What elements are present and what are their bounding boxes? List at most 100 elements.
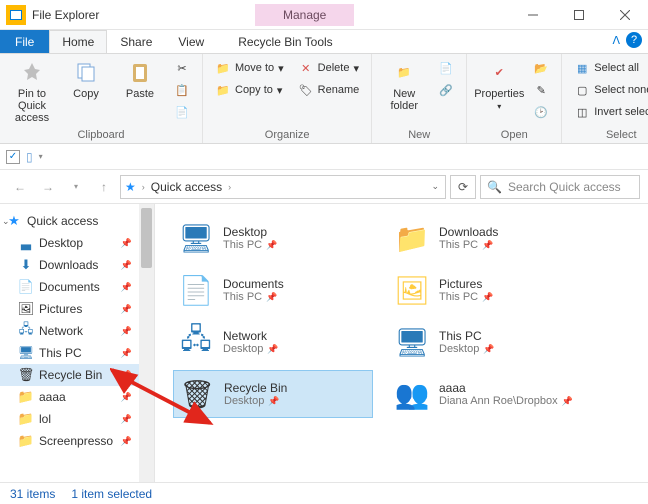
cut-icon: ✂: [174, 60, 190, 76]
invert-selection-icon: ◫: [574, 104, 590, 120]
cut-button[interactable]: ✂: [170, 58, 194, 78]
item-recycle-bin[interactable]: 🗑Recycle BinDesktop📌: [173, 370, 373, 418]
content-pane[interactable]: 🖥DesktopThis PC📌 📁DownloadsThis PC📌 📄Doc…: [155, 204, 648, 482]
app-icon: [6, 5, 26, 25]
navigation-bar: ← → ▾ ↑ ★ › Quick access › ⌄ ⟳ 🔍 Search …: [0, 170, 648, 204]
pin-icon: 📌: [121, 414, 132, 425]
tree-item-desktop[interactable]: ▃Desktop📌: [0, 232, 154, 254]
paste-button[interactable]: Paste: [116, 58, 164, 100]
tree-item-screenpresso[interactable]: 📁Screenpresso📌: [0, 430, 154, 452]
select-none-button[interactable]: ▢Select none: [570, 80, 648, 100]
new-folder-button[interactable]: 📁 New folder: [380, 58, 428, 112]
tab-view[interactable]: View: [165, 30, 217, 53]
tab-file[interactable]: File: [0, 30, 49, 53]
minimize-button[interactable]: [510, 0, 556, 30]
item-desktop[interactable]: 🖥DesktopThis PC📌: [173, 214, 373, 262]
delete-icon: ✕: [298, 60, 314, 76]
tree-item-pictures[interactable]: 🖼Pictures📌: [0, 298, 154, 320]
pin-icon: 📌: [121, 282, 132, 293]
rename-icon: 🏷: [298, 82, 314, 98]
folder-icon: 📁: [18, 433, 34, 449]
collapse-ribbon-button[interactable]: ᐱ: [612, 34, 620, 47]
close-button[interactable]: [602, 0, 648, 30]
open-icon: 📂: [533, 60, 549, 76]
back-button[interactable]: ←: [8, 175, 32, 199]
tab-home[interactable]: Home: [49, 30, 107, 53]
address-bar[interactable]: ★ › Quick access › ⌄: [120, 175, 446, 199]
search-box[interactable]: 🔍 Search Quick access: [480, 175, 640, 199]
item-this-pc[interactable]: 🖥This PCDesktop📌: [389, 318, 589, 366]
move-to-button[interactable]: 📁Move to ▾: [211, 58, 288, 78]
ribbon-group-select: ▦Select all ▢Select none ◫Invert selecti…: [562, 54, 648, 143]
downloads-icon: 📁: [393, 219, 431, 257]
tree-item-aaaa[interactable]: 📁aaaa📌: [0, 386, 154, 408]
window-title: File Explorer: [32, 8, 99, 22]
tree-item-documents[interactable]: 📄Documents📌: [0, 276, 154, 298]
copy-icon: [72, 58, 100, 86]
new-item-button[interactable]: 📄: [434, 58, 458, 78]
pin-icon: 📌: [483, 344, 494, 355]
pin-icon: 📌: [121, 392, 132, 403]
history-button[interactable]: 🕑: [529, 102, 553, 122]
pin-icon: 📌: [266, 240, 277, 251]
item-network[interactable]: 🖧NetworkDesktop📌: [173, 318, 373, 366]
tree-item-recycle-bin[interactable]: 🗑Recycle Bin📌: [0, 364, 154, 386]
tree-quick-access[interactable]: ⌄ ★ Quick access: [0, 210, 154, 232]
item-pictures[interactable]: 🖼PicturesThis PC📌: [389, 266, 589, 314]
properties-button[interactable]: ✔ Properties ▾: [475, 58, 523, 111]
scrollbar-thumb[interactable]: [141, 208, 152, 268]
tree-item-network[interactable]: 🖧Network📌: [0, 320, 154, 342]
edit-button[interactable]: ✎: [529, 80, 553, 100]
select-checkbox[interactable]: ✓: [6, 150, 20, 164]
navigation-tree[interactable]: ⌄ ★ Quick access ▃Desktop📌 ⬇Downloads📌 📄…: [0, 204, 155, 482]
copy-button[interactable]: Copy: [62, 58, 110, 100]
collapse-icon[interactable]: ⌄: [2, 216, 10, 227]
ribbon-tabs: File Home Share View Recycle Bin Tools ᐱ…: [0, 30, 648, 54]
pin-icon: 📌: [562, 396, 573, 407]
recent-locations-button[interactable]: ▾: [64, 175, 88, 199]
context-tab-label[interactable]: Manage: [255, 4, 354, 26]
group-label-open: Open: [475, 127, 553, 141]
pin-icon: [18, 58, 46, 86]
quick-access-icon: ★: [125, 180, 136, 194]
open-button[interactable]: 📂: [529, 58, 553, 78]
tree-item-this-pc[interactable]: 🖥This PC📌: [0, 342, 154, 364]
copy-path-button[interactable]: 📋: [170, 80, 194, 100]
tab-recycle-bin-tools[interactable]: Recycle Bin Tools: [225, 30, 346, 53]
pc-icon: 🖥: [18, 345, 34, 361]
ribbon-group-organize: 📁Move to ▾ 📁Copy to ▾ ✕Delete ▾ 🏷Rename …: [203, 54, 372, 143]
maximize-button[interactable]: [556, 0, 602, 30]
pin-icon: 📌: [121, 304, 132, 315]
pin-to-quick-access-button[interactable]: Pin to Quick access: [8, 58, 56, 124]
tree-item-downloads[interactable]: ⬇Downloads📌: [0, 254, 154, 276]
pin-icon: 📌: [268, 396, 279, 407]
item-downloads[interactable]: 📁DownloadsThis PC📌: [389, 214, 589, 262]
paste-shortcut-button[interactable]: 📄: [170, 102, 194, 122]
titlebar: File Explorer Manage: [0, 0, 648, 30]
refresh-button[interactable]: ⟳: [450, 175, 476, 199]
easy-access-button[interactable]: 🔗: [434, 80, 458, 100]
rename-button[interactable]: 🏷Rename: [294, 80, 364, 100]
new-folder-icon: 📁: [390, 58, 418, 86]
pin-icon: 📌: [121, 238, 132, 249]
tree-scrollbar[interactable]: [139, 204, 154, 482]
tab-share[interactable]: Share: [107, 30, 165, 53]
up-button[interactable]: ↑: [92, 175, 116, 199]
pictures-icon: 🖼: [393, 271, 431, 309]
copy-to-button[interactable]: 📁Copy to ▾: [211, 80, 288, 100]
address-dropdown-icon[interactable]: ⌄: [431, 181, 439, 192]
pin-icon: 📌: [482, 292, 493, 303]
folder-icon: 📁: [18, 389, 34, 405]
item-aaaa[interactable]: 👥aaaaDiana Ann Roe\Dropbox📌: [389, 370, 589, 418]
view-icon[interactable]: ▯: [26, 150, 33, 164]
new-item-icon: 📄: [438, 60, 454, 76]
item-documents[interactable]: 📄DocumentsThis PC📌: [173, 266, 373, 314]
invert-selection-button[interactable]: ◫Invert selection: [570, 102, 648, 122]
delete-button[interactable]: ✕Delete ▾: [294, 58, 364, 78]
selection-count: 1 item selected: [71, 487, 152, 501]
tree-item-lol[interactable]: 📁lol📌: [0, 408, 154, 430]
select-all-button[interactable]: ▦Select all: [570, 58, 648, 78]
help-icon[interactable]: ?: [626, 32, 642, 48]
forward-button[interactable]: →: [36, 175, 60, 199]
ribbon: Pin to Quick access Copy Paste ✂ 📋 📄 Cli…: [0, 54, 648, 144]
